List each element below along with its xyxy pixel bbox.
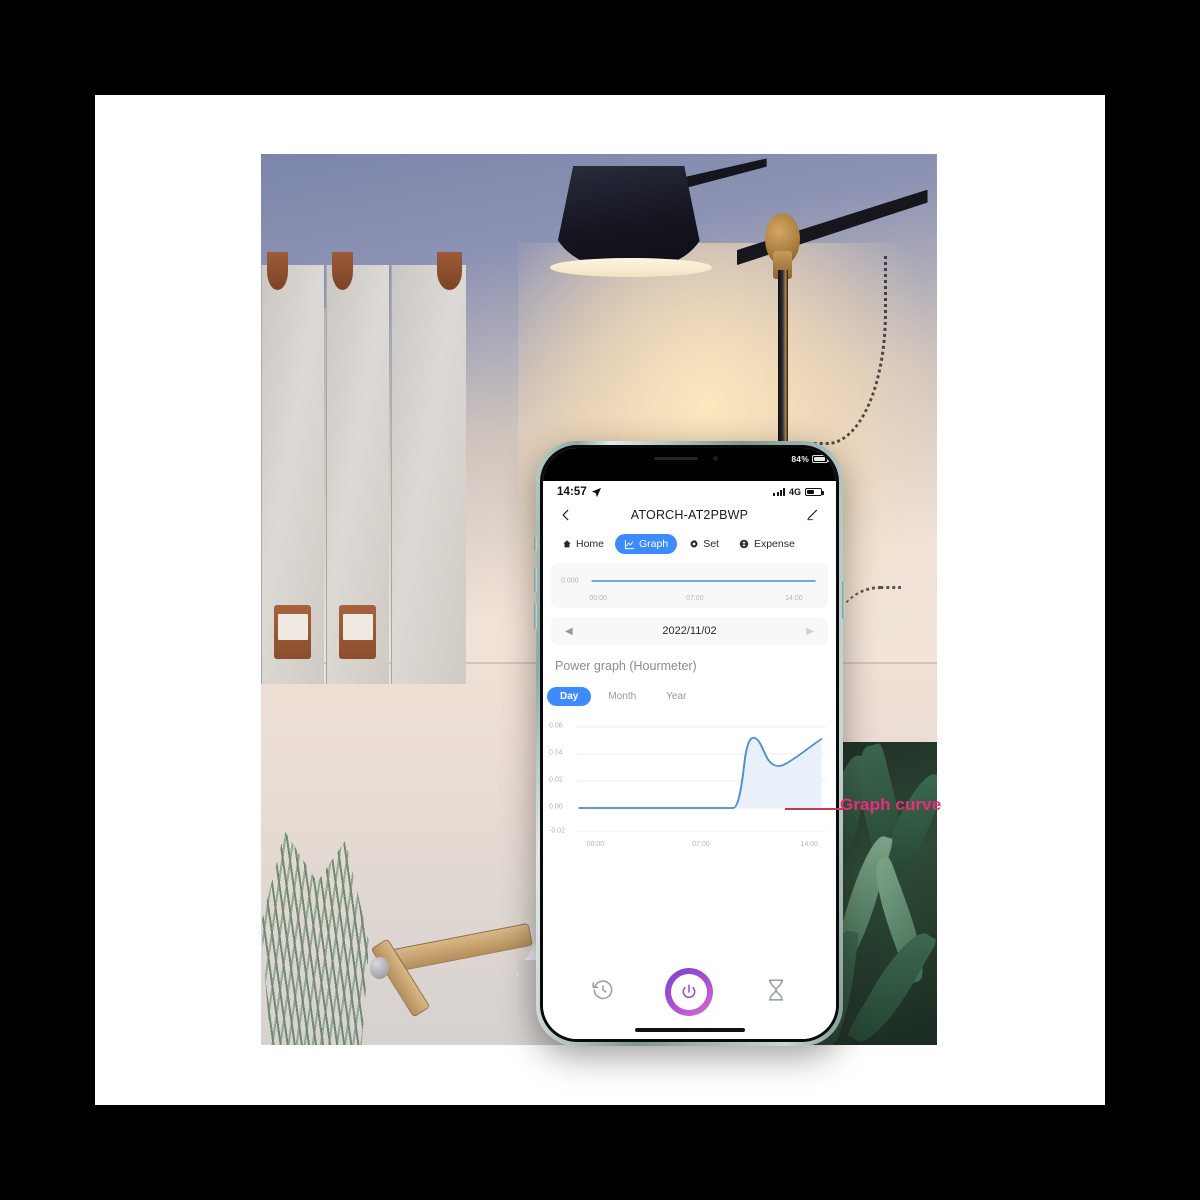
- app-navbar: ATORCH-AT2PBWP: [543, 500, 836, 532]
- phone-bezel: 84% 14:57 4G ATORCH-AT2PBWP Home Graph S…: [540, 445, 839, 1042]
- tab-home-label: Home: [576, 538, 605, 550]
- chevron-left-icon: [562, 509, 569, 521]
- chart-icon: [624, 539, 635, 550]
- file-holder: [325, 252, 389, 685]
- range-day[interactable]: Day: [547, 687, 592, 706]
- signal-bars-icon: [773, 488, 785, 496]
- tab-bar: Home Graph Set Expense: [543, 532, 836, 563]
- power-button[interactable]: [665, 968, 714, 1016]
- battery-percent-label: 84%: [791, 454, 809, 464]
- label-plate: [339, 604, 377, 659]
- annotation-graph-curve: Graph curve: [840, 795, 941, 815]
- tab-home[interactable]: Home: [552, 534, 613, 554]
- device-battery-indicator: 84%: [791, 454, 830, 464]
- hourglass-icon: [768, 978, 784, 1001]
- xtick-1: 07:00: [692, 841, 710, 848]
- power-side-button[interactable]: [842, 581, 845, 619]
- range-year[interactable]: Year: [653, 687, 699, 706]
- smartphone: 84% 14:57 4G ATORCH-AT2PBWP Home Graph S…: [534, 441, 845, 1046]
- outer-frame: We give creative agencies a technology p…: [0, 0, 1200, 1200]
- page-content: 0.000 00:00 07:00 14:00 ◀ 2022/11/02 ▶ P…: [543, 563, 836, 848]
- mute-switch[interactable]: [534, 537, 537, 551]
- power-icon: [683, 984, 696, 999]
- back-button[interactable]: [557, 506, 575, 524]
- ytick-0.06: 0.06: [549, 722, 563, 730]
- lamp-boom: [736, 189, 928, 266]
- date-picker[interactable]: ◀ 2022/11/02 ▶: [551, 617, 828, 645]
- volume-up-button[interactable]: [534, 567, 537, 593]
- file-holder: [261, 252, 324, 685]
- power-graph-chart: 0.06 0.04 0.02 0.00 -0.02 00:00 07:00 14…: [547, 718, 832, 848]
- battery-icon: [812, 455, 830, 463]
- network-label: 4G: [788, 487, 801, 497]
- tab-expense[interactable]: Expense: [730, 534, 804, 554]
- annotation-label: Graph curve: [840, 795, 942, 814]
- mini-xtick-1: 07:00: [685, 595, 704, 602]
- file-holder: [390, 252, 467, 685]
- battery-icon: [805, 487, 824, 497]
- gear-icon: [688, 539, 699, 550]
- plot-area: [577, 722, 826, 833]
- range-month[interactable]: Month: [595, 687, 649, 706]
- tab-expense-label: Expense: [753, 538, 795, 550]
- annotation-leader-line: [785, 808, 843, 810]
- bottom-nav: [543, 961, 836, 1039]
- coin-icon: [739, 539, 750, 550]
- status-time: 14:57: [557, 486, 587, 498]
- history-button[interactable]: [590, 977, 616, 1008]
- braided-cord: [801, 255, 887, 445]
- next-date-button[interactable]: ▶: [806, 626, 814, 637]
- mini-xtick-2: 14:00: [785, 595, 803, 602]
- magazine-file-holders: [261, 252, 471, 685]
- range-selector: Day Month Year: [543, 685, 836, 718]
- white-canvas: We give creative agencies a technology p…: [95, 95, 1105, 1105]
- earpiece-speaker-icon: [654, 457, 699, 460]
- pencil-icon: [807, 509, 818, 521]
- mini-chart: 0.000 00:00 07:00 14:00: [559, 572, 820, 602]
- leather-tab-icon: [266, 252, 288, 291]
- page-title: ATORCH-AT2PBWP: [630, 508, 749, 522]
- app-status-bar: 14:57 4G: [543, 481, 836, 500]
- location-arrow-icon: [591, 487, 602, 497]
- area-fill: [579, 737, 822, 808]
- device-status-band: 84%: [543, 448, 836, 481]
- home-icon: [561, 539, 572, 550]
- tab-set[interactable]: Set: [679, 534, 728, 554]
- volume-down-button[interactable]: [534, 603, 537, 629]
- front-camera-icon: [712, 456, 718, 461]
- xtick-2: 14:00: [800, 841, 818, 848]
- tab-set-label: Set: [703, 538, 719, 550]
- tab-graph-label: Graph: [639, 538, 669, 550]
- pendant-rim-light: [549, 258, 712, 277]
- pendant-shade: [551, 165, 706, 272]
- timer-button[interactable]: [763, 977, 789, 1008]
- phone-screen: 84% 14:57 4G ATORCH-AT2PBWP Home Graph S…: [543, 448, 836, 1039]
- mini-chart-card: 0.000 00:00 07:00 14:00: [551, 563, 828, 608]
- label-plate: [274, 604, 312, 659]
- edit-button[interactable]: [804, 506, 822, 524]
- ytick--0.02: -0.02: [549, 827, 565, 835]
- prev-date-button[interactable]: ◀: [565, 626, 573, 637]
- leather-tab-icon: [331, 252, 353, 291]
- ytick-0.04: 0.04: [549, 749, 563, 757]
- home-indicator[interactable]: [634, 1028, 745, 1032]
- history-clock-icon: [592, 979, 613, 999]
- power-button-inner: [671, 974, 708, 1010]
- ytick-0.00: 0.00: [549, 803, 563, 811]
- selected-date: 2022/11/02: [662, 625, 717, 637]
- tab-graph[interactable]: Graph: [615, 534, 678, 554]
- section-title: Power graph (Hourmeter): [555, 659, 697, 673]
- leather-tab-icon: [436, 252, 462, 291]
- mini-xtick-0: 00:00: [589, 595, 607, 602]
- power-chart-svg: [577, 726, 826, 833]
- ytick-0.02: 0.02: [549, 776, 563, 784]
- xtick-0: 00:00: [586, 841, 605, 848]
